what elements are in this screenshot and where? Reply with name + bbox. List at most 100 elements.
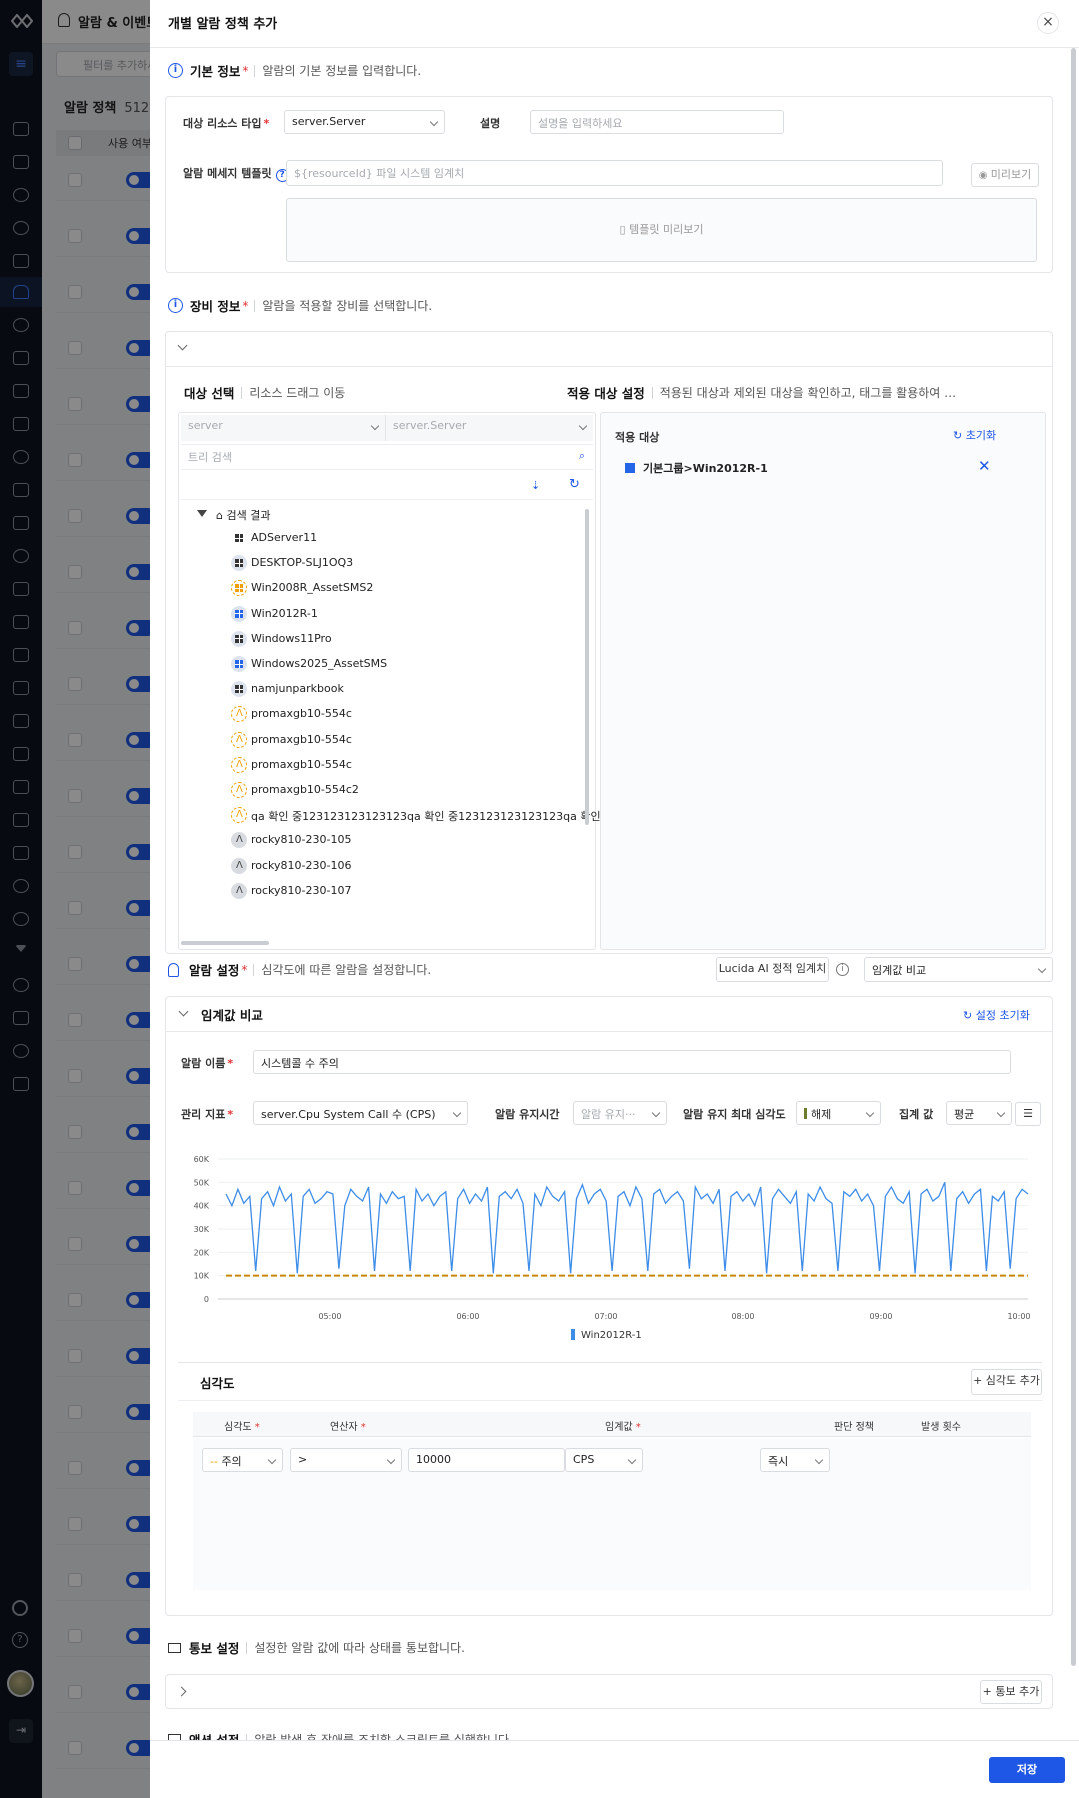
info-icon[interactable]: i	[836, 963, 849, 976]
tree-expand-icon[interactable]	[197, 510, 207, 517]
tree-item[interactable]: Win2008R_AssetSMS2	[231, 578, 581, 598]
search-result-node[interactable]: ⌂ 검색 결과	[216, 507, 270, 523]
linux-icon: Λ	[236, 809, 243, 821]
mail-icon	[168, 1642, 181, 1653]
bell-icon	[168, 962, 179, 977]
threshold-input[interactable]: 10000	[408, 1448, 565, 1472]
tree-item-label: rocky810-230-105	[251, 833, 352, 847]
divider	[166, 366, 1052, 367]
tree-item-label: Win2008R_AssetSMS2	[251, 581, 374, 595]
apply-target-label: 적용 대상	[615, 431, 660, 444]
chevron-right-icon[interactable]	[176, 1686, 187, 1697]
tree-item[interactable]: namjunparkbook	[231, 679, 581, 699]
max-severity-select[interactable]: 해제	[796, 1101, 881, 1125]
description-input[interactable]: 설명을 입력하세요	[530, 110, 784, 134]
basic-info-box: 대상 리소스 타입 * server.Server 설명 설명을 입력하세요 알람…	[165, 96, 1053, 273]
tree-item[interactable]: Λrocky810-230-105	[231, 830, 581, 850]
severity-color-bar	[804, 1108, 807, 1119]
linux-icon: Λ	[236, 834, 243, 846]
unit-select[interactable]: CPS	[565, 1448, 643, 1472]
tree-item[interactable]: ADServer11	[231, 528, 581, 548]
tree-item-label: Windows2025_AssetSMS	[251, 657, 388, 670]
category-select[interactable]: server	[181, 415, 386, 441]
tree-item[interactable]: Λrocky810-230-106	[231, 856, 581, 876]
template-input[interactable]: ${resourceId} 파일 시스템 임계치	[286, 160, 943, 186]
tree-item[interactable]: Windows11Pro	[231, 629, 581, 649]
remove-icon[interactable]: ✕	[978, 457, 991, 475]
chevron-down-icon	[651, 1108, 661, 1118]
type-select[interactable]: server.Server	[386, 415, 593, 441]
x-tick-label: 07:00	[594, 1312, 617, 1321]
reset-settings-button[interactable]: ↻ 설정 초기화	[963, 1007, 1030, 1023]
tree-item[interactable]: Win2012R-1	[231, 604, 581, 624]
windows-icon	[235, 660, 243, 668]
tree-search-input[interactable]: 트리 검색 ⌕	[181, 444, 593, 470]
linux-icon: Λ	[236, 884, 243, 896]
save-button[interactable]: 저장	[989, 1757, 1065, 1783]
keep-time-select[interactable]: 알람 유지···	[573, 1101, 667, 1125]
threshold-section-title: 임계값 비교	[201, 1008, 263, 1023]
alarm-settings-header: 알람 설정 * 심각도에 따른 알람을 설정합니다.	[168, 960, 431, 980]
eye-icon: ◉	[978, 170, 991, 181]
alarm-settings-box: 임계값 비교 ↻ 설정 초기화 알람 이름 * 시스템콜 수 주의 관리 지표 * …	[165, 996, 1053, 1616]
refresh-icon[interactable]: ↻	[569, 477, 580, 492]
aggregate-select[interactable]: 평균	[946, 1101, 1012, 1125]
lucida-ai-button[interactable]: Lucida AI 정적 임계치	[716, 957, 829, 982]
windows-icon	[235, 609, 243, 618]
tree-item-label: rocky810-230-107	[251, 883, 352, 897]
tree-item[interactable]: Λpromaxgb10-554c	[231, 704, 581, 724]
plus-icon: +	[973, 1374, 986, 1387]
list-options-icon[interactable]: ☰	[1015, 1102, 1041, 1126]
windows-icon	[625, 463, 635, 473]
chevron-down-icon	[578, 421, 588, 431]
divider	[178, 1400, 1042, 1401]
chevron-down-icon	[429, 117, 439, 127]
tree-item-label: namjunparkbook	[251, 682, 344, 696]
policy-select[interactable]: 즉시	[760, 1448, 830, 1472]
severity-select[interactable]: -- 주의	[202, 1448, 283, 1472]
windows-icon	[235, 685, 243, 694]
y-tick-label: 50K	[194, 1178, 210, 1187]
close-icon[interactable]: ×	[1037, 12, 1059, 34]
tree-item[interactable]: Λrocky810-230-107	[231, 881, 581, 901]
tree-horizontal-scrollbar[interactable]	[181, 941, 269, 945]
x-tick-label: 09:00	[869, 1312, 892, 1321]
resource-type-select[interactable]: server.Server	[284, 110, 445, 134]
tree-item[interactable]: Λqa 확인 중123123123123123qa 확인 중1231231231…	[231, 805, 601, 825]
notify-header: 통보 설정 설정한 알람 값에 따라 상태를 통보합니다.	[168, 1638, 465, 1658]
chevron-down-icon	[386, 1455, 396, 1465]
chevron-down-icon[interactable]	[177, 340, 188, 351]
severity-title: 심각도	[200, 1376, 235, 1391]
metric-select[interactable]: server.Cpu System Call 수 (CPS)	[253, 1101, 468, 1125]
tree-vertical-scrollbar[interactable]	[585, 509, 589, 825]
preview-button[interactable]: ◉ 미리보기	[971, 163, 1039, 187]
mode-select[interactable]: 임계값 비교	[864, 957, 1053, 982]
collapse-all-icon[interactable]: ⇣	[531, 479, 540, 492]
apply-target-panel: 적용 대상 ↻ 초기화 기본그룹>Win2012R-1 ✕	[600, 412, 1046, 950]
add-notify-button[interactable]: + 통보 추가	[980, 1680, 1042, 1704]
linux-icon: Λ	[236, 733, 243, 745]
col-threshold: 임계값 *	[605, 1422, 641, 1433]
chevron-down-icon[interactable]	[178, 1006, 189, 1017]
operator-select[interactable]: >	[290, 1448, 402, 1472]
col-policy: 판단 정책	[834, 1422, 874, 1433]
modal-overlay[interactable]	[0, 0, 150, 1798]
search-icon[interactable]: ⌕	[579, 449, 585, 463]
tree-item[interactable]: DESKTOP-SLJ1OQ3	[231, 553, 581, 573]
tree-item[interactable]: Λpromaxgb10-554c2	[231, 780, 581, 800]
panel-scrollbar[interactable]	[1071, 48, 1076, 1666]
tree-item-label: rocky810-230-106	[251, 858, 352, 872]
chevron-down-icon	[267, 1455, 277, 1465]
col-count: 발생 횟수	[921, 1422, 961, 1433]
reset-button[interactable]: ↻ 초기화	[953, 427, 996, 443]
add-severity-button[interactable]: + 심각도 추가	[971, 1369, 1042, 1395]
applied-item: 기본그룹>Win2012R-1	[643, 462, 768, 475]
tree-item[interactable]: Λpromaxgb10-554c	[231, 755, 581, 775]
tree-item-label: promaxgb10-554c2	[251, 783, 359, 796]
basic-info-header: i 기본 정보 * 알람의 기본 정보를 입력합니다.	[168, 61, 421, 81]
alarm-name-input[interactable]: 시스템콜 수 주의	[253, 1050, 1011, 1074]
tree-item[interactable]: Λpromaxgb10-554c	[231, 730, 581, 750]
severity-table-body: -- 주의 > 10000 CPS 즉시	[193, 1438, 1031, 1590]
alarm-policy-panel: 개별 알람 정책 추가 × i 기본 정보 * 알람의 기본 정보를 입력합니다. 대…	[150, 0, 1079, 1798]
tree-item[interactable]: Windows2025_AssetSMS	[231, 654, 581, 674]
